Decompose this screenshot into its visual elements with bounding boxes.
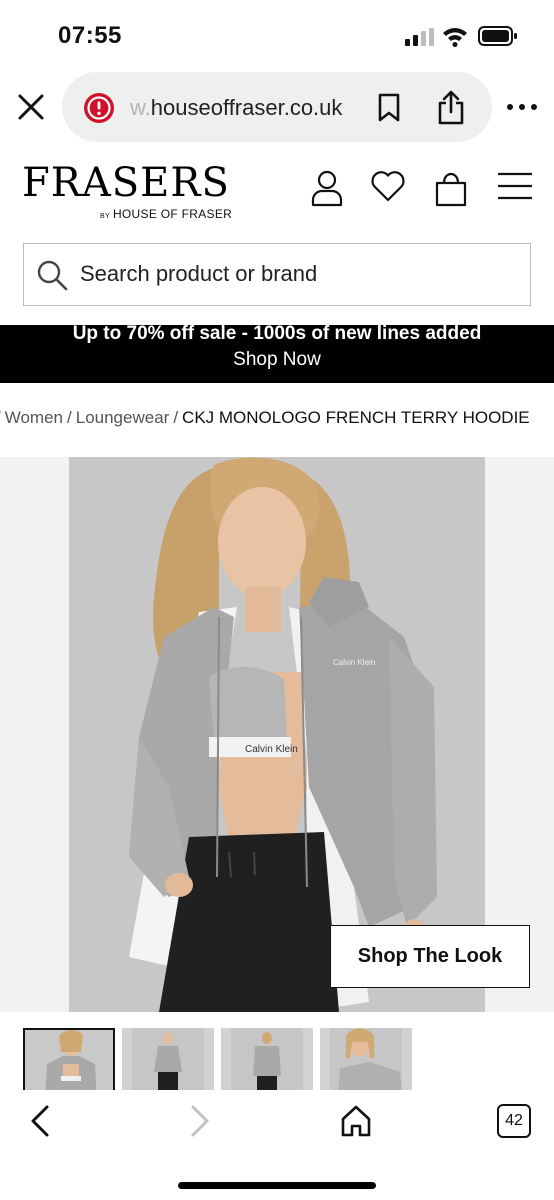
logo-wordmark: FRASERS	[22, 160, 230, 206]
product-gallery: Calvin Klein Calvin Klein Shop The Look	[0, 457, 554, 1012]
breadcrumb-separator: /	[67, 408, 72, 427]
wifi-icon	[443, 28, 467, 47]
more-options-icon[interactable]	[505, 95, 539, 119]
logo-house-of-fraser: HOUSE OF FRASER	[112, 207, 233, 221]
share-icon[interactable]	[436, 90, 466, 126]
breadcrumb: /Women/Loungewear/CKJ MONOLOGO FRENCH TE…	[0, 408, 554, 434]
menu-hamburger-icon[interactable]	[496, 169, 534, 203]
logo-subtitle: BY HOUSE OF FRASER	[100, 207, 232, 221]
forward-chevron-icon[interactable]	[184, 1104, 214, 1138]
breadcrumb-link-women[interactable]: Women	[5, 408, 63, 427]
promo-headline: Up to 70% off sale - 1000s of new lines …	[72, 323, 482, 344]
thumbnail-image	[25, 1030, 113, 1090]
battery-icon	[478, 26, 517, 46]
thumbnail-image	[320, 1028, 412, 1090]
frasers-logo[interactable]: FRASERS BY HOUSE OF FRASER	[22, 160, 232, 221]
shop-the-look-button[interactable]: Shop The Look	[330, 925, 530, 988]
status-bar: 07:55	[0, 0, 554, 70]
wishlist-heart-icon[interactable]	[370, 169, 406, 203]
breadcrumb-separator: /	[0, 408, 1, 427]
breadcrumb-link-loungewear[interactable]: Loungewear	[76, 408, 170, 427]
shopping-bag-icon[interactable]	[434, 169, 468, 207]
search-icon	[37, 260, 68, 291]
cellular-signal-icon	[405, 28, 434, 46]
bookmark-icon[interactable]	[376, 93, 402, 123]
search-input[interactable]	[80, 244, 520, 304]
back-chevron-icon[interactable]	[26, 1104, 56, 1138]
tabs-count-button[interactable]: 42	[497, 1104, 531, 1138]
warning-icon[interactable]	[82, 91, 116, 125]
promo-shop-now-link[interactable]: Shop Now	[0, 348, 554, 372]
browser-toolbar: 42	[0, 1090, 554, 1200]
thumbnail-4[interactable]	[320, 1028, 412, 1090]
status-time: 07:55	[58, 22, 122, 49]
site-header: FRASERS BY HOUSE OF FRASER	[0, 155, 554, 230]
breadcrumb-current: CKJ MONOLOGO FRENCH TERRY HOODIE	[182, 408, 530, 427]
promo-banner[interactable]: Up to 70% off sale - 1000s of new lines …	[0, 323, 554, 383]
thumbnail-1[interactable]	[23, 1028, 115, 1090]
url-text-faded: w.	[130, 95, 151, 120]
hoodie-logo-print: Calvin Klein	[333, 658, 375, 667]
thumbnail-strip	[0, 1028, 554, 1090]
logo-by: BY	[100, 213, 110, 220]
search-box[interactable]	[23, 243, 531, 306]
thumbnail-3[interactable]	[221, 1028, 313, 1090]
url-text-domain: houseoffraser.co.uk	[150, 95, 343, 120]
breadcrumb-separator: /	[173, 408, 179, 427]
account-icon[interactable]	[310, 169, 344, 207]
url-text: w.houseoffraser.co.uk	[130, 95, 342, 121]
close-icon[interactable]	[14, 90, 48, 124]
browser-address-bar: w.houseoffraser.co.uk	[0, 70, 554, 145]
url-field[interactable]: w.houseoffraser.co.uk	[62, 72, 492, 142]
thumbnail-2[interactable]	[122, 1028, 214, 1090]
home-indicator	[178, 1182, 376, 1189]
waistband-text: Calvin Klein	[245, 744, 298, 755]
thumbnail-image	[221, 1028, 313, 1090]
home-icon[interactable]	[340, 1104, 372, 1138]
thumbnail-image	[122, 1028, 214, 1090]
